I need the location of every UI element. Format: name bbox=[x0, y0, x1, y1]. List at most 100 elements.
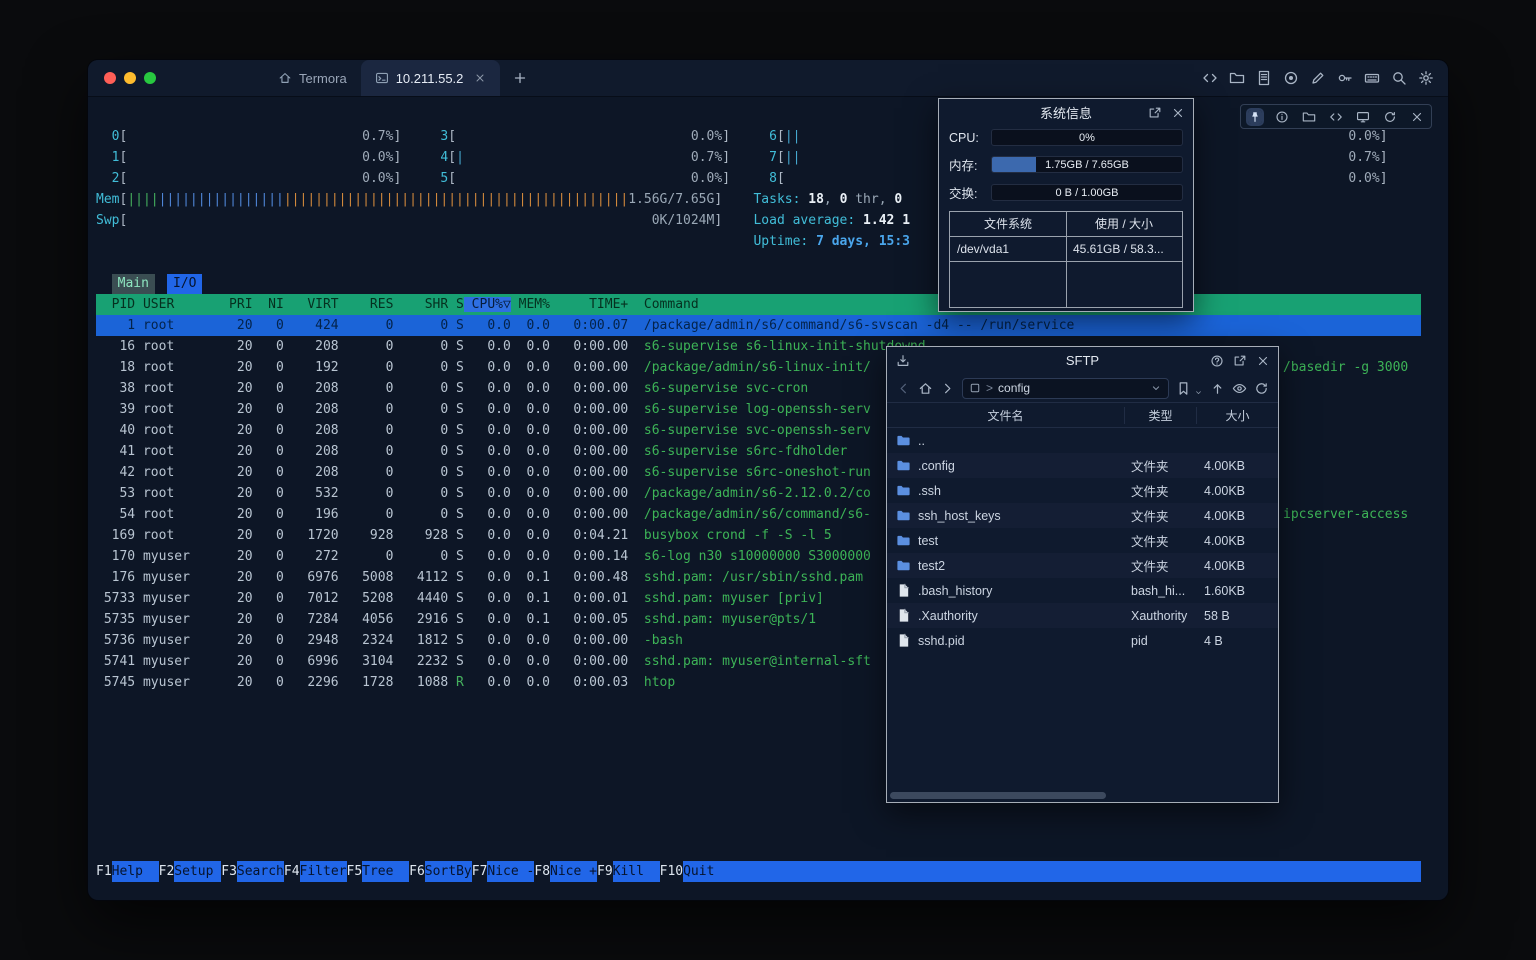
tab-label: Termora bbox=[299, 71, 347, 86]
file-row[interactable]: ssh_host_keys文件夹4.00KB bbox=[887, 503, 1278, 528]
search-icon[interactable] bbox=[1391, 70, 1407, 86]
open-in-window-icon[interactable] bbox=[1148, 106, 1162, 120]
close-tab-icon[interactable] bbox=[474, 72, 486, 84]
record-icon[interactable] bbox=[1283, 70, 1299, 86]
file-name: sshd.pid bbox=[918, 634, 965, 648]
fn-f3-search[interactable]: Search bbox=[237, 861, 284, 882]
file-name: .. bbox=[918, 434, 925, 448]
file-icon bbox=[896, 608, 911, 623]
swap-usage-bar: 0 B / 1.00GB bbox=[991, 184, 1183, 201]
file-row[interactable]: .ssh文件夹4.00KB bbox=[887, 478, 1278, 503]
close-icon[interactable] bbox=[1171, 106, 1185, 120]
fn-f1-help[interactable]: Help bbox=[112, 861, 159, 882]
cpu-meter-row: 2[ 0.0%] 5[ 0.0%] 8[ 0.0%] 11[ 0.0%] bbox=[96, 168, 1421, 189]
scrollbar-thumb[interactable] bbox=[890, 792, 1106, 799]
usage-column-header: 使用 / 大小 bbox=[1066, 212, 1182, 236]
code-icon[interactable] bbox=[1329, 110, 1343, 124]
display-icon[interactable] bbox=[1356, 110, 1370, 124]
traffic-lights bbox=[104, 60, 156, 96]
close-icon[interactable] bbox=[1410, 110, 1424, 124]
file-row[interactable]: .bash_historybash_hi...1.60KB bbox=[887, 578, 1278, 603]
refresh-icon[interactable] bbox=[1254, 381, 1269, 396]
folder-icon bbox=[896, 483, 911, 498]
filesystem-usage: 45.61GB / 58.3... bbox=[1066, 237, 1182, 261]
htop-function-bar: F1Help F2Setup F3SearchF4FilterF5Tree F6… bbox=[96, 861, 1421, 882]
memory-usage-value: 1.75GB / 7.65GB bbox=[992, 157, 1182, 173]
filesystem-table-header: 文件系统 使用 / 大小 bbox=[950, 212, 1182, 237]
file-name-cell: .config bbox=[887, 458, 1124, 473]
file-row[interactable]: sshd.pidpid4 B bbox=[887, 628, 1278, 653]
file-name: test bbox=[918, 534, 938, 548]
pin-icon[interactable] bbox=[1248, 110, 1262, 124]
info-icon[interactable] bbox=[1275, 110, 1289, 124]
open-in-window-icon[interactable] bbox=[1233, 354, 1247, 368]
settings-icon[interactable] bbox=[1418, 70, 1434, 86]
up-directory-icon[interactable] bbox=[1210, 381, 1225, 396]
key-icon[interactable] bbox=[1337, 70, 1353, 86]
horizontal-scrollbar[interactable] bbox=[890, 792, 1275, 799]
fn-f9-kill[interactable]: Kill bbox=[613, 861, 660, 882]
show-hidden-icon[interactable] bbox=[1232, 381, 1247, 396]
file-name-cell: .ssh bbox=[887, 483, 1124, 498]
htop-table-header[interactable]: PID USER PRI NI VIRT RES SHR S CPU%▽ MEM… bbox=[96, 294, 1421, 315]
close-icon[interactable] bbox=[1256, 354, 1270, 368]
file-name-cell: test2 bbox=[887, 558, 1124, 573]
bookmark-caret-icon[interactable] bbox=[1194, 384, 1203, 393]
type-column-header[interactable]: 类型 bbox=[1124, 407, 1196, 424]
path-segment[interactable]: config bbox=[998, 381, 1030, 395]
file-name-cell: .bash_history bbox=[887, 583, 1124, 598]
file-size: 4 B bbox=[1196, 634, 1278, 648]
system-info-header: 系统信息 bbox=[939, 99, 1193, 126]
chevron-down-icon[interactable] bbox=[1150, 382, 1162, 394]
htop-tab-main[interactable]: Main bbox=[112, 274, 155, 294]
file-row[interactable]: test文件夹4.00KB bbox=[887, 528, 1278, 553]
fn-f7-nice-[interactable]: Nice - bbox=[487, 861, 534, 882]
file-row[interactable]: .config文件夹4.00KB bbox=[887, 453, 1278, 478]
fn-f6-sortby[interactable]: SortBy bbox=[425, 861, 472, 882]
folder-icon[interactable] bbox=[1302, 110, 1316, 124]
file-name-cell: ssh_host_keys bbox=[887, 508, 1124, 523]
name-column-header[interactable]: 文件名 bbox=[887, 407, 1124, 424]
bookmark-icon[interactable] bbox=[1176, 381, 1191, 396]
fn-f8-nice-[interactable]: Nice + bbox=[550, 861, 597, 882]
tab-10-211-55-2[interactable]: 10.211.55.2 bbox=[361, 60, 501, 96]
fn-f2-setup[interactable]: Setup bbox=[174, 861, 221, 882]
file-size: 4.00KB bbox=[1196, 534, 1278, 548]
path-breadcrumb[interactable]: > config bbox=[962, 378, 1169, 399]
size-column-header[interactable]: 大小 bbox=[1196, 407, 1278, 424]
download-icon[interactable] bbox=[896, 354, 910, 368]
fn-f5-tree[interactable]: Tree bbox=[362, 861, 409, 882]
new-tab-icon[interactable] bbox=[512, 70, 528, 86]
fn-f10-quit[interactable]: Quit bbox=[683, 861, 730, 882]
filesystem-row[interactable]: /dev/vda1 45.61GB / 58.3... bbox=[950, 237, 1182, 262]
file-name: test2 bbox=[918, 559, 945, 573]
htop-tab-io[interactable]: I/O bbox=[167, 274, 202, 294]
folder-icon[interactable] bbox=[1229, 70, 1245, 86]
home-icon[interactable] bbox=[918, 381, 933, 396]
swap-label: 交换: bbox=[949, 183, 991, 202]
code-icon[interactable] bbox=[1202, 70, 1218, 86]
zoom-window-button[interactable] bbox=[144, 72, 156, 84]
close-window-button[interactable] bbox=[104, 72, 116, 84]
log-icon[interactable] bbox=[1256, 70, 1272, 86]
file-size: 4.00KB bbox=[1196, 459, 1278, 473]
cpu-usage-value: 0% bbox=[992, 130, 1182, 146]
file-size: 4.00KB bbox=[1196, 559, 1278, 573]
cpu-row: CPU: 0% bbox=[949, 129, 1183, 146]
back-icon[interactable] bbox=[896, 381, 911, 396]
file-row[interactable]: .XauthorityXauthority58 B bbox=[887, 603, 1278, 628]
refresh-icon[interactable] bbox=[1383, 110, 1397, 124]
memory-meter-row: Mem[||||||||||||||||||||||||||||||||||||… bbox=[96, 189, 1421, 210]
file-row[interactable]: test2文件夹4.00KB bbox=[887, 553, 1278, 578]
file-row[interactable]: .. bbox=[887, 428, 1278, 453]
fn-f4-filter[interactable]: Filter bbox=[300, 861, 347, 882]
tab-termora[interactable]: Termora bbox=[264, 60, 361, 96]
edit-icon[interactable] bbox=[1310, 70, 1326, 86]
help-icon[interactable] bbox=[1210, 354, 1224, 368]
forward-icon[interactable] bbox=[940, 381, 955, 396]
file-name: .ssh bbox=[918, 484, 941, 498]
keyboard-icon[interactable] bbox=[1364, 70, 1380, 86]
process-row[interactable]: 1 root 20 0 424 0 0 S 0.0 0.0 0:00.07 /p… bbox=[96, 315, 1421, 336]
minimize-window-button[interactable] bbox=[124, 72, 136, 84]
sftp-panel: SFTP > config 文件名 类型 bbox=[886, 346, 1279, 803]
